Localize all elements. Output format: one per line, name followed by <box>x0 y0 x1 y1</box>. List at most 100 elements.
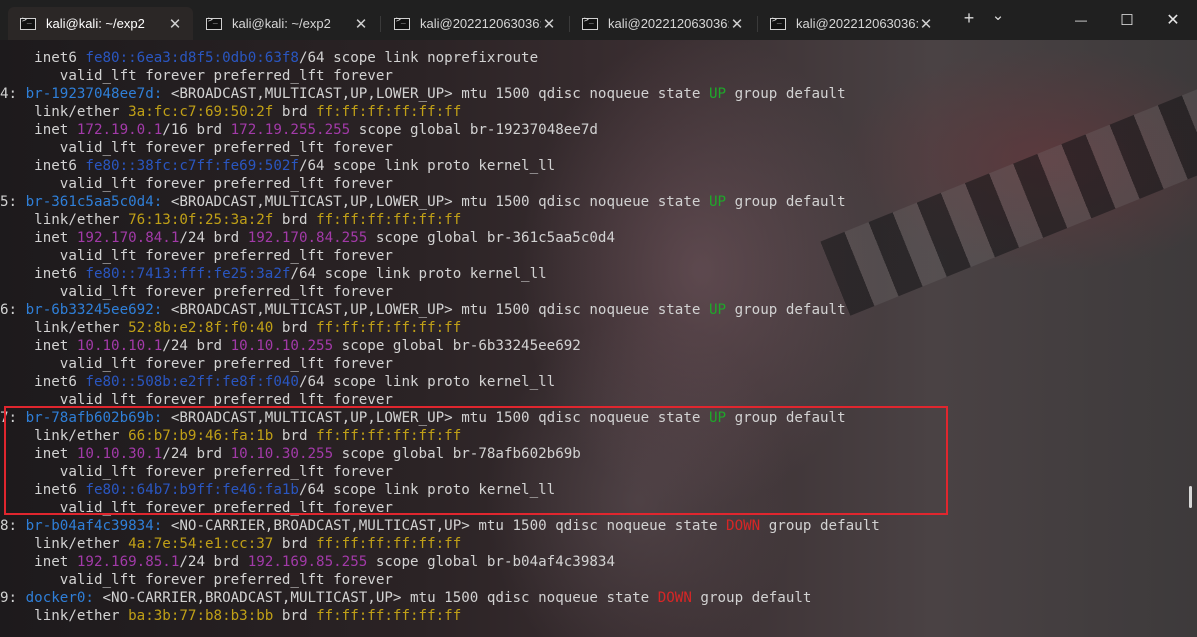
minimize-button[interactable]: — <box>1058 0 1104 40</box>
terminal-icon <box>206 15 222 30</box>
tab-dropdown-button[interactable]: ⌄ <box>988 6 1008 24</box>
terminal-text: docker0: <box>25 590 94 606</box>
terminal-text: 4a:7e:54:e1:cc:37 <box>128 536 274 552</box>
terminal-text: fe80::38fc:c7ff:fe69:502f <box>85 158 299 174</box>
terminal-text: /16 brd <box>162 122 231 138</box>
terminal-text: valid_lft forever preferred_lft forever <box>0 284 393 300</box>
terminal-text: valid_lft forever preferred_lft forever <box>0 176 393 192</box>
terminal-text: ba:3b:77:b8:b3:bb <box>128 608 274 624</box>
terminal-text: group default <box>726 194 846 210</box>
terminal-text: UP <box>708 302 727 318</box>
close-tab-icon[interactable]: ✕ <box>353 15 369 33</box>
tab-2[interactable]: kali@202212063036: ✕ <box>382 7 567 40</box>
tab-title: kali@kali: ~/exp2 <box>46 16 145 31</box>
tab-bar: kali@kali: ~/exp2 ✕ kali@kali: ~/exp2 ✕ … <box>0 0 1197 40</box>
terminal-text: ff:ff:ff:ff:ff:ff <box>316 320 462 336</box>
terminal-text: /64 scope link noprefixroute <box>298 50 539 66</box>
terminal-text: 10.10.10.255 <box>230 338 334 354</box>
tab-0[interactable]: kali@kali: ~/exp2 ✕ <box>8 7 193 40</box>
terminal-line: 9: docker0: <NO-CARRIER,BROADCAST,MULTIC… <box>0 589 880 607</box>
terminal-text: brd <box>273 320 317 336</box>
terminal-text: /24 brd <box>179 230 248 246</box>
terminal-text: /64 scope link proto kernel_ll <box>290 266 547 282</box>
terminal-text: /24 brd <box>162 338 231 354</box>
terminal-text: inet <box>0 230 77 246</box>
terminal-text: fe80::508b:e2ff:fe8f:f040 <box>85 374 299 390</box>
terminal-line: link/ether 52:8b:e2:8f:f0:40 brd ff:ff:f… <box>0 319 880 337</box>
close-tab-icon[interactable]: ✕ <box>729 15 745 33</box>
terminal-line: link/ether 4a:7e:54:e1:cc:37 brd ff:ff:f… <box>0 535 880 553</box>
terminal-line: link/ether 76:13:0f:25:3a:2f brd ff:ff:f… <box>0 211 880 229</box>
terminal-text: 10.10.10.1 <box>76 338 163 354</box>
terminal-line: valid_lft forever preferred_lft forever <box>0 67 880 85</box>
maximize-button[interactable]: ☐ <box>1104 0 1150 40</box>
terminal-text: scope global br-6b33245ee692 <box>333 338 581 354</box>
terminal-text: 8: <box>0 518 26 534</box>
terminal-line: 4: br-19237048ee7d: <BROADCAST,MULTICAST… <box>0 85 880 103</box>
terminal-output[interactable]: inet6 fe80::6ea3:d8f5:0db0:63f8/64 scope… <box>0 40 1197 637</box>
terminal-line: inet6 fe80::508b:e2ff:fe8f:f040/64 scope… <box>0 373 880 391</box>
terminal-text: ff:ff:ff:ff:ff:ff <box>316 212 462 228</box>
terminal-line: inet 10.10.10.1/24 brd 10.10.10.255 scop… <box>0 337 880 355</box>
terminal-text: scope global br-19237048ee7d <box>350 122 598 138</box>
terminal-text: brd <box>273 212 317 228</box>
close-window-button[interactable]: ✕ <box>1150 0 1196 40</box>
terminal-text: /64 scope link proto kernel_ll <box>298 158 556 174</box>
terminal-text: UP <box>708 194 727 210</box>
close-tab-icon[interactable]: ✕ <box>918 15 934 33</box>
terminal-line: inet 172.19.0.1/16 brd 172.19.255.255 sc… <box>0 121 880 139</box>
terminal-text: inet6 <box>0 266 86 282</box>
terminal-lines: inet6 fe80::6ea3:d8f5:0db0:63f8/64 scope… <box>0 49 880 625</box>
terminal-text: link/ether <box>0 536 129 552</box>
terminal-line: 6: br-6b33245ee692: <BROADCAST,MULTICAST… <box>0 301 880 319</box>
terminal-line: inet6 fe80::7413:fff:fe25:3a2f/64 scope … <box>0 265 880 283</box>
terminal-text: valid_lft forever preferred_lft forever <box>0 68 393 84</box>
terminal-line: valid_lft forever preferred_lft forever <box>0 247 880 265</box>
terminal-text: scope global br-b04af4c39834 <box>367 554 616 570</box>
terminal-text: 192.169.85.255 <box>247 554 368 570</box>
terminal-text: UP <box>708 86 727 102</box>
terminal-text: <BROADCAST,MULTICAST,UP,LOWER_UP> mtu 15… <box>162 194 709 210</box>
terminal-line: inet6 fe80::6ea3:d8f5:0db0:63f8/64 scope… <box>0 49 880 67</box>
terminal-text: valid_lft forever preferred_lft forever <box>0 356 393 372</box>
terminal-text: valid_lft forever preferred_lft forever <box>0 140 393 156</box>
terminal-text: br-361c5aa5c0d4: <box>25 194 163 210</box>
terminal-text: valid_lft forever preferred_lft forever <box>0 572 393 588</box>
terminal-text: link/ether <box>0 320 129 336</box>
terminal-line: inet6 fe80::38fc:c7ff:fe69:502f/64 scope… <box>0 157 880 175</box>
terminal-text: <NO-CARRIER,BROADCAST,MULTICAST,UP> mtu … <box>93 590 658 606</box>
tab-1[interactable]: kali@kali: ~/exp2 ✕ <box>194 7 379 40</box>
terminal-text: brd <box>273 536 317 552</box>
terminal-text: ff:ff:ff:ff:ff:ff <box>316 536 462 552</box>
terminal-text: inet6 <box>0 158 86 174</box>
terminal-text: inet <box>0 338 77 354</box>
terminal-text: inet <box>0 122 77 138</box>
terminal-text: link/ether <box>0 104 129 120</box>
new-tab-button[interactable]: + <box>958 8 980 29</box>
terminal-text: DOWN <box>726 518 761 534</box>
scrollbar-thumb[interactable] <box>1189 486 1192 508</box>
close-tab-icon[interactable]: ✕ <box>541 15 557 33</box>
terminal-line: valid_lft forever preferred_lft forever <box>0 175 880 193</box>
terminal-text: 76:13:0f:25:3a:2f <box>128 212 274 228</box>
terminal-text: 6: <box>0 302 26 318</box>
terminal-text: brd <box>273 104 317 120</box>
terminal-text: br-b04af4c39834: <box>25 518 163 534</box>
tab-4[interactable]: kali@202212063036: ✕ <box>758 7 944 40</box>
terminal-text: fe80::6ea3:d8f5:0db0:63f8 <box>85 50 299 66</box>
terminal-text: 52:8b:e2:8f:f0:40 <box>128 320 274 336</box>
terminal-text: 4: <box>0 86 26 102</box>
terminal-text: group default <box>691 590 812 606</box>
tab-title: kali@202212063036: <box>796 16 918 31</box>
terminal-text: brd <box>273 608 317 624</box>
tab-3[interactable]: kali@202212063036: ✕ <box>570 7 755 40</box>
terminal-line: valid_lft forever preferred_lft forever <box>0 571 880 589</box>
terminal-text: group default <box>726 302 846 318</box>
terminal-line: link/ether ba:3b:77:b8:b3:bb brd ff:ff:f… <box>0 607 880 625</box>
terminal-text: link/ether <box>0 608 129 624</box>
terminal-text: inet6 <box>0 50 86 66</box>
terminal-text: br-19237048ee7d: <box>25 86 163 102</box>
highlight-box <box>4 406 948 515</box>
close-tab-icon[interactable]: ✕ <box>167 15 183 33</box>
terminal-text: group default <box>760 518 880 534</box>
